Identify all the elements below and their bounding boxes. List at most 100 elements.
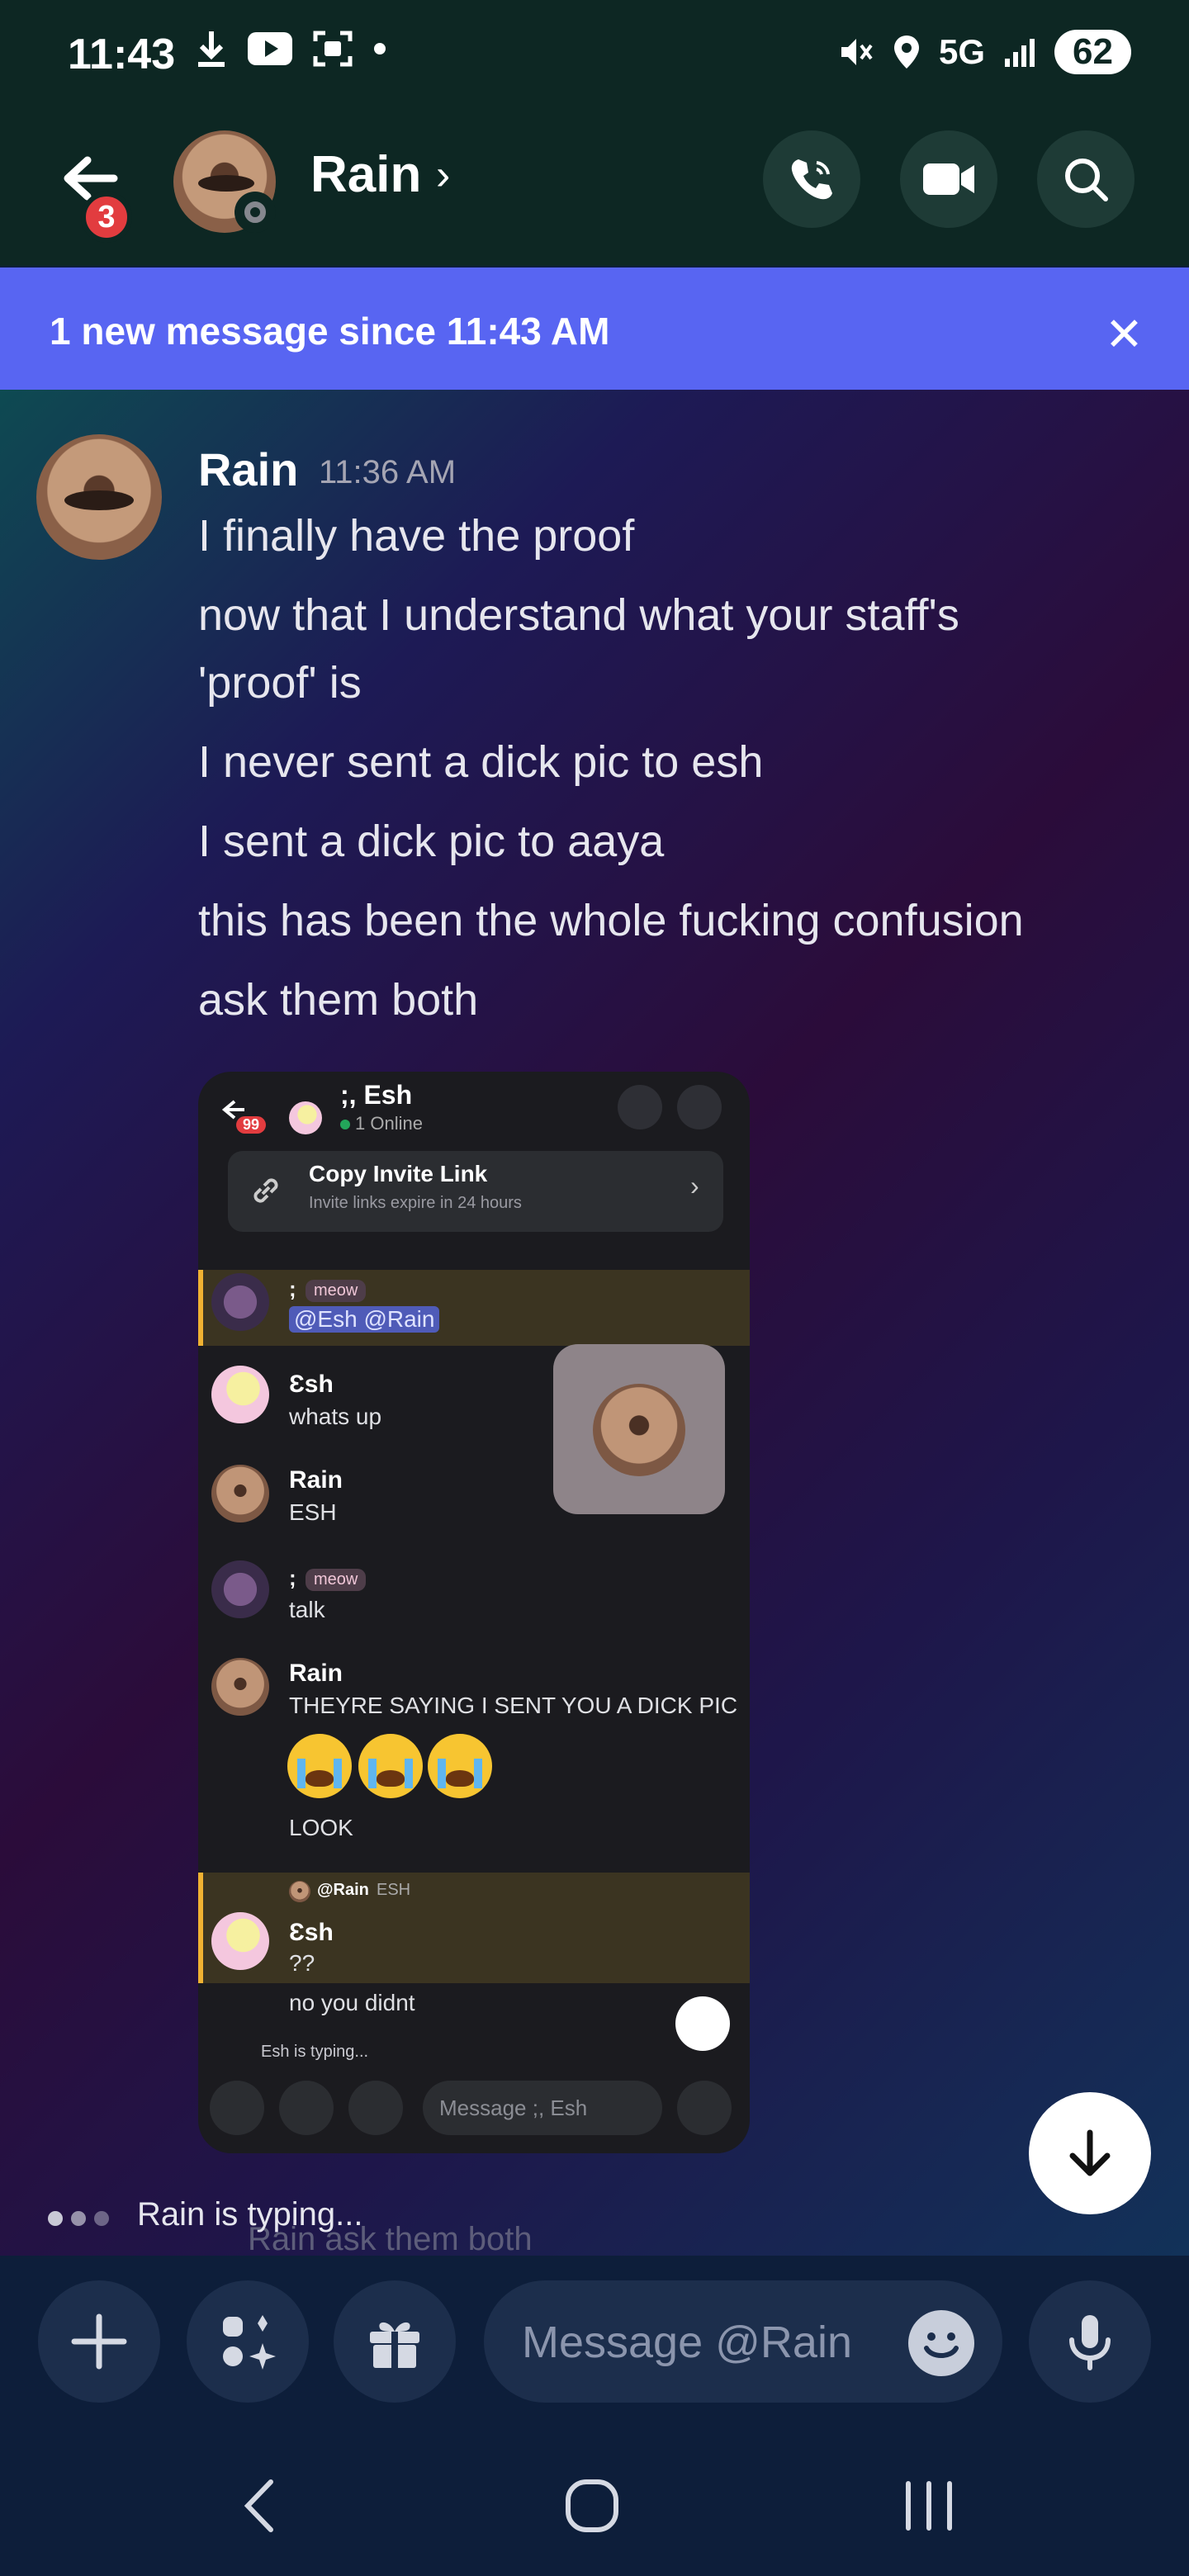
esh-name: Ɛsh [289,1371,334,1398]
embedded-jump-icon [675,1996,730,2051]
network-label: 5G [939,32,986,71]
embedded-badge: 99 [236,1116,267,1134]
embedded-title: ;, Esh [340,1080,413,1110]
message-line: this has been the whole fucking confusio… [198,896,1024,945]
search-button[interactable] [1037,130,1135,228]
typing-indicator: Rain is typing... [137,2196,363,2233]
embedded-call-icon [618,1085,662,1129]
presence-indicator [234,192,276,233]
emoji-button[interactable] [908,2310,974,2376]
signal-icon [1005,39,1035,67]
message-avatar[interactable] [36,434,162,560]
mention-text: @Esh @Rain [289,1306,440,1333]
user-name: ; [289,1565,296,1590]
angel-avatar [211,1273,269,1331]
video-call-button[interactable] [900,130,997,228]
message-line: I finally have the proof [198,511,635,561]
embedded-subtitle: 1 Online [355,1113,423,1134]
message-input-placeholder[interactable]: Message @Rain [522,2317,852,2368]
screenshot-icon [313,31,353,67]
esh-message: whats up [289,1404,382,1429]
embedded-input-placeholder: Message ;, Esh [439,2095,588,2120]
reply-row [198,1873,750,1983]
nav-home-icon [566,2479,618,2532]
mention-row [198,1270,750,1346]
angel-avatar [211,1560,269,1618]
add-attachment-button[interactable] [38,2280,160,2403]
jump-to-present-button[interactable] [1029,2092,1151,2214]
invite-title: Copy Invite Link [309,1161,488,1186]
message-line: 'proof' is [198,658,362,708]
download-icon [198,31,225,67]
embedded-typing: Esh is typing... [261,2043,369,2061]
voice-message-button[interactable] [1029,2280,1151,2403]
rain-avatar [211,1658,269,1716]
embedded-group-avatar [289,1101,322,1134]
nav-recents-button[interactable] [900,2477,958,2539]
close-icon[interactable]: ✕ [1105,307,1144,362]
typing-dots-icon [48,2211,109,2226]
online-dot-icon [340,1120,350,1129]
crying-emoji-icon [428,1734,492,1798]
call-icon [791,159,832,200]
crying-emoji-icon [287,1734,352,1798]
plus-icon [71,2313,127,2370]
nav-recents-icon [906,2481,952,2531]
message-line: I sent a dick pic to aaya [198,817,665,866]
unread-badge: 3 [81,192,132,243]
apps-button[interactable] [187,2280,309,2403]
message-line: ask them both [198,975,479,1025]
embedded-mic-icon [677,2081,732,2135]
arrow-down-icon [1069,2129,1111,2176]
dot-icon [374,43,386,54]
mute-icon [841,39,873,65]
invite-chevron-icon: › [690,1171,699,1200]
smiley-icon [924,2332,959,2358]
esh-message: ?? [289,1950,315,1976]
message-line: I never sent a dick pic to esh [198,737,764,787]
gift-icon [370,2322,419,2368]
battery-indicator: 62 [1054,30,1131,74]
microphone-icon [1069,2315,1111,2370]
message-line: now that I understand what your staff's [198,590,959,640]
call-button[interactable] [763,130,860,228]
message-author[interactable]: Rain [198,443,298,496]
user-tag: meow [306,1569,367,1591]
rain-name: Rain [289,1660,343,1687]
invite-subtitle: Invite links expire in 24 hours [309,1194,522,1212]
rain-name: Rain [289,1466,343,1494]
channel-title[interactable]: Rain [310,145,421,204]
user-name: ; [289,1276,296,1301]
nav-home-button[interactable] [563,2477,621,2539]
chevron-right-icon: › [436,151,451,199]
reply-ref-text: ESH [377,1881,411,1899]
nav-back-button[interactable] [239,2477,281,2539]
search-icon [1065,159,1108,201]
look-message: LOOK [289,1815,353,1840]
message-timestamp: 11:36 AM [319,454,457,490]
rain-message: THEYRE SAYING I SENT YOU A DICK PIC [289,1693,738,1718]
user-tag: meow [306,1280,367,1302]
rain-avatar [211,1465,269,1522]
pip-avatar [593,1384,685,1476]
crying-emoji-icon [358,1734,423,1798]
embedded-plus-icon [210,2081,264,2135]
esh-message: no you didnt [289,1990,415,2015]
rain-message: ESH [289,1499,337,1525]
link-icon [253,1178,278,1203]
gift-button[interactable] [334,2280,456,2403]
location-icon [894,36,920,69]
embedded-gift-icon [348,2081,403,2135]
video-icon [923,163,974,195]
reply-avatar [289,1881,310,1902]
esh-avatar [211,1912,269,1970]
esh-avatar [211,1366,269,1423]
talk-message: talk [289,1597,325,1622]
status-left-icons [195,30,386,68]
image-attachment[interactable]: 99 ;, Esh 1 Online Copy Invite Link Invi… [198,1072,750,2153]
new-messages-text[interactable]: 1 new message since 11:43 AM [50,309,609,353]
esh-name: Ɛsh [289,1919,334,1946]
reply-ref: @Rain [317,1881,369,1899]
nav-back-icon [244,2479,273,2532]
embedded-apps-icon [279,2081,334,2135]
